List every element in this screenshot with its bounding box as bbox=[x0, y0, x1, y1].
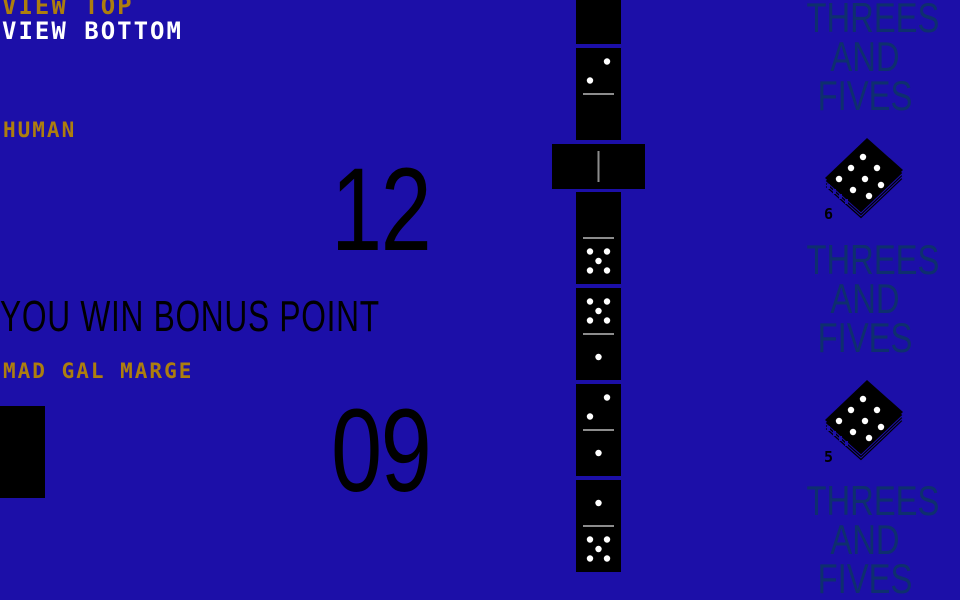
domino-pip bbox=[586, 317, 594, 324]
domino-pip bbox=[603, 58, 611, 65]
domino-tile bbox=[576, 480, 621, 572]
domino-pip bbox=[595, 257, 602, 265]
domino-pip bbox=[603, 555, 611, 562]
domino-tile bbox=[576, 192, 621, 284]
domino-pip bbox=[603, 267, 611, 274]
domino-pip bbox=[603, 394, 611, 401]
domino-pip bbox=[595, 307, 602, 315]
domino-pip bbox=[586, 267, 594, 274]
domino-pip bbox=[603, 248, 611, 255]
domino-tile bbox=[552, 144, 645, 189]
domino-pip bbox=[586, 536, 594, 543]
domino-pip bbox=[595, 449, 602, 457]
domino-pip bbox=[595, 545, 602, 553]
domino-pip bbox=[586, 248, 594, 255]
domino-pip bbox=[595, 499, 602, 507]
domino-tile bbox=[576, 48, 621, 140]
domino-pip bbox=[586, 413, 594, 420]
domino-pip bbox=[595, 353, 602, 361]
domino-tile bbox=[576, 288, 621, 380]
domino-chain bbox=[552, 0, 645, 572]
domino-pip bbox=[603, 298, 611, 305]
domino-pip bbox=[586, 298, 594, 305]
domino-tile bbox=[576, 384, 621, 476]
domino-pip bbox=[603, 317, 611, 324]
domino-pip bbox=[586, 77, 594, 84]
game-screen: VIEW TOP VIEW BOTTOM HUMAN 12 YOU WIN BO… bbox=[0, 0, 960, 600]
domino-tile bbox=[576, 0, 621, 44]
domino-pip bbox=[603, 536, 611, 543]
domino-pip bbox=[586, 555, 594, 562]
